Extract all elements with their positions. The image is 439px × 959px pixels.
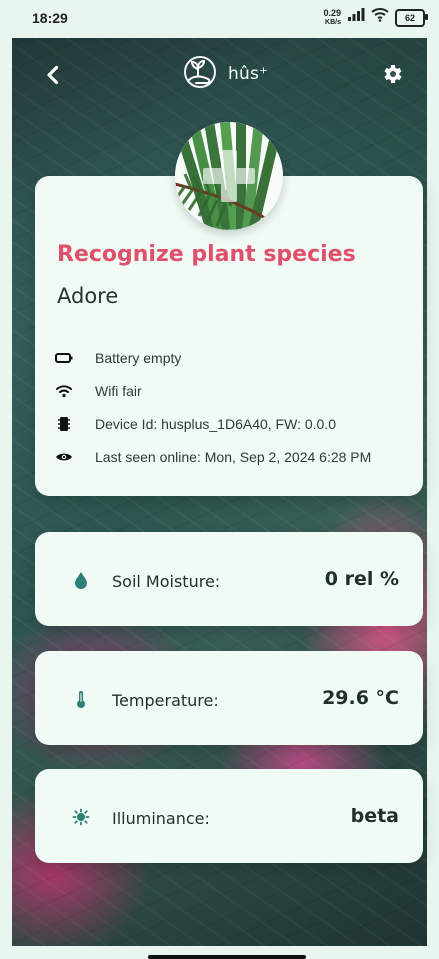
plant-avatar[interactable]	[175, 122, 283, 230]
device-title: Recognize plant species	[57, 242, 356, 267]
status-time: 18:29	[32, 10, 68, 26]
top-bar: hûs⁺	[12, 38, 427, 110]
network-speed-value: 0.29	[323, 7, 341, 18]
chevron-left-icon	[42, 64, 64, 90]
home-indicator[interactable]	[148, 955, 306, 959]
wifi-icon	[53, 380, 75, 402]
last-seen-text: Last seen online: Mon, Sep 2, 2024 6:28 …	[95, 448, 372, 465]
info-wifi: Wifi fair	[53, 374, 423, 407]
metric-card-soil-moisture[interactable]: Soil Moisture: 0 rel %	[35, 532, 423, 626]
metric-value: 29.6 °C	[322, 687, 399, 709]
battery-status: 62	[395, 8, 428, 27]
info-last-seen: Last seen online: Mon, Sep 2, 2024 6:28 …	[53, 440, 423, 473]
metric-label: Temperature:	[112, 691, 219, 710]
brand-name: hûs⁺	[228, 64, 269, 84]
settings-button[interactable]	[375, 59, 409, 93]
hand-plant-logo-icon	[180, 55, 222, 93]
eye-icon	[53, 446, 75, 468]
device-name: Adore	[57, 284, 119, 308]
battery-status-value: 62	[404, 12, 415, 23]
sun-icon	[71, 807, 91, 827]
wifi-status-icon	[371, 8, 389, 27]
network-speed: 0.29 KB/s	[323, 7, 341, 27]
back-button[interactable]	[36, 60, 70, 94]
device-id-text: Device Id: husplus_1D6A40, FW: 0.0.0	[95, 415, 336, 432]
gear-icon	[380, 62, 404, 90]
metric-card-illuminance[interactable]: Illuminance: beta	[35, 769, 423, 863]
status-bar: 18:29 0.29 KB/s 62	[0, 0, 439, 38]
signal-icon	[347, 8, 365, 27]
info-battery: Battery empty	[53, 341, 423, 374]
metric-card-temperature[interactable]: Temperature: 29.6 °C	[35, 651, 423, 745]
thermometer-icon	[71, 689, 91, 709]
info-device-id: Device Id: husplus_1D6A40, FW: 0.0.0	[53, 407, 423, 440]
status-icons: 0.29 KB/s 62	[323, 7, 428, 27]
chip-icon	[53, 413, 75, 435]
metric-label: Soil Moisture:	[112, 572, 221, 591]
water-drop-icon	[71, 570, 91, 590]
network-speed-unit: KB/s	[325, 18, 341, 26]
device-info-list: Battery empty Wifi fair Device Id: huspl…	[53, 341, 423, 473]
wifi-status-text: Wifi fair	[95, 382, 142, 399]
brand-logo: hûs⁺	[180, 56, 268, 92]
battery-status-text: Battery empty	[95, 349, 182, 366]
metric-value: beta	[350, 805, 399, 827]
plant-photo-icon	[175, 122, 283, 230]
metric-value: 0 rel %	[324, 568, 399, 590]
metric-label: Illuminance:	[112, 809, 210, 828]
battery-icon	[53, 347, 75, 369]
